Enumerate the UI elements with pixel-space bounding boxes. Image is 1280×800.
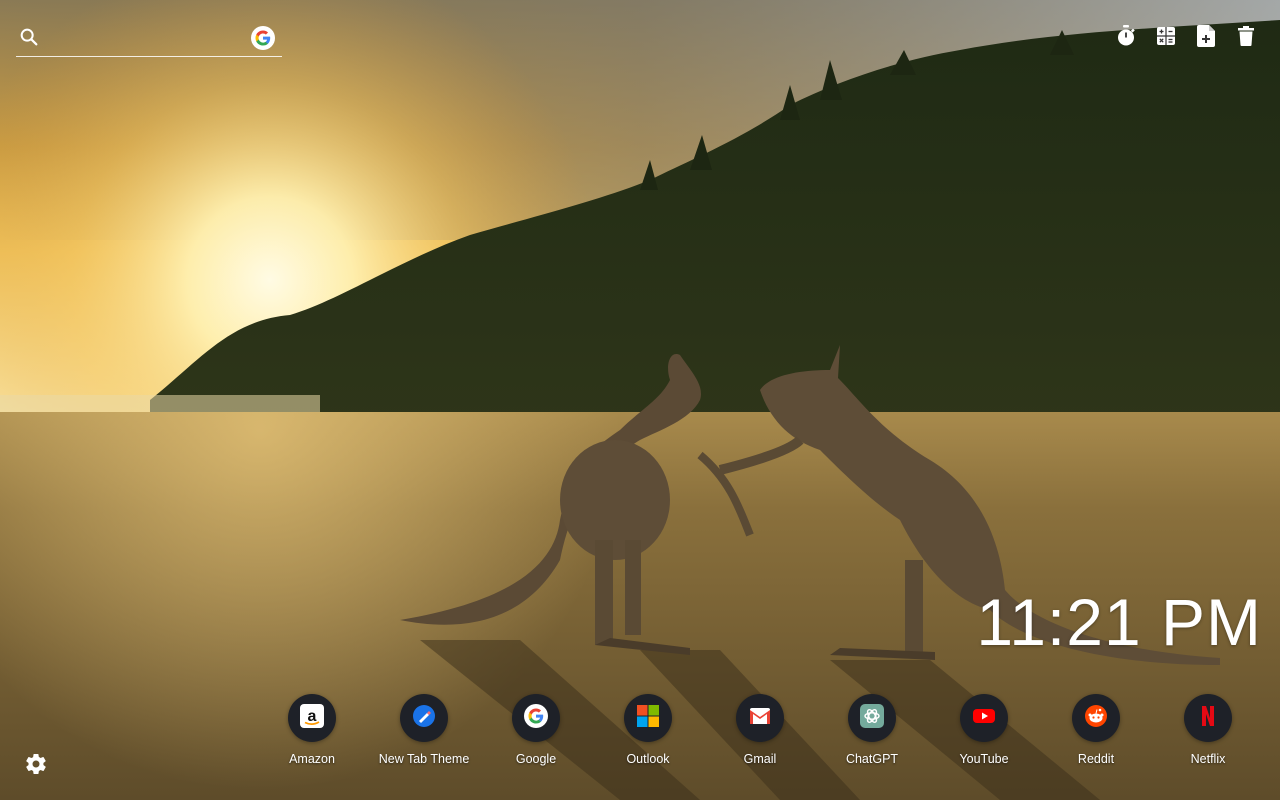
shortcut-label: Google: [515, 752, 557, 766]
wallpaper-background: [0, 0, 1280, 800]
google-icon: [524, 703, 548, 733]
shortcut-label: Gmail: [743, 752, 777, 766]
shortcut-reddit[interactable]: Reddit: [1040, 694, 1152, 766]
svg-text:a: a: [308, 708, 317, 725]
gmail-icon: [748, 704, 772, 733]
shortcut-label: ChatGPT: [845, 752, 899, 766]
trash-icon[interactable]: [1236, 24, 1256, 48]
stopwatch-icon[interactable]: [1116, 24, 1136, 48]
reddit-icon: [1084, 704, 1108, 733]
shortcut-outlook[interactable]: Outlook: [592, 694, 704, 766]
search-icon[interactable]: [18, 26, 40, 48]
add-note-icon[interactable]: [1196, 24, 1216, 48]
shortcut-label: YouTube: [959, 752, 1009, 766]
shortcut-gmail[interactable]: Gmail: [704, 694, 816, 766]
shortcut-label: New Tab Theme: [378, 752, 470, 766]
outlook-icon: [636, 704, 660, 733]
youtube-icon: [972, 704, 996, 733]
shortcut-new-tab-theme[interactable]: New Tab Theme: [368, 694, 480, 766]
top-toolbar: [1116, 24, 1256, 48]
shortcuts-bar: a Amazon New Tab Theme Google Outlook Gm…: [256, 694, 1264, 766]
shortcut-label: Netflix: [1190, 752, 1226, 766]
amazon-icon: a: [300, 703, 324, 733]
shortcut-amazon[interactable]: a Amazon: [256, 694, 368, 766]
calculator-icon[interactable]: [1156, 24, 1176, 48]
shortcut-google[interactable]: Google: [480, 694, 592, 766]
netflix-icon: [1196, 704, 1220, 733]
gear-icon[interactable]: [24, 752, 48, 776]
clock-display: 11:21 PM: [976, 585, 1262, 659]
search-bar: [16, 20, 282, 57]
new-tab-theme-icon: [412, 704, 436, 733]
google-g-icon[interactable]: [251, 26, 275, 50]
chatgpt-icon: [860, 703, 884, 733]
shortcut-youtube[interactable]: YouTube: [928, 694, 1040, 766]
shortcut-netflix[interactable]: Netflix: [1152, 694, 1264, 766]
shortcut-chatgpt[interactable]: ChatGPT: [816, 694, 928, 766]
search-input[interactable]: [50, 24, 246, 50]
shortcut-label: Outlook: [626, 752, 670, 766]
shortcut-label: Amazon: [289, 752, 335, 766]
shortcut-label: Reddit: [1077, 752, 1115, 766]
